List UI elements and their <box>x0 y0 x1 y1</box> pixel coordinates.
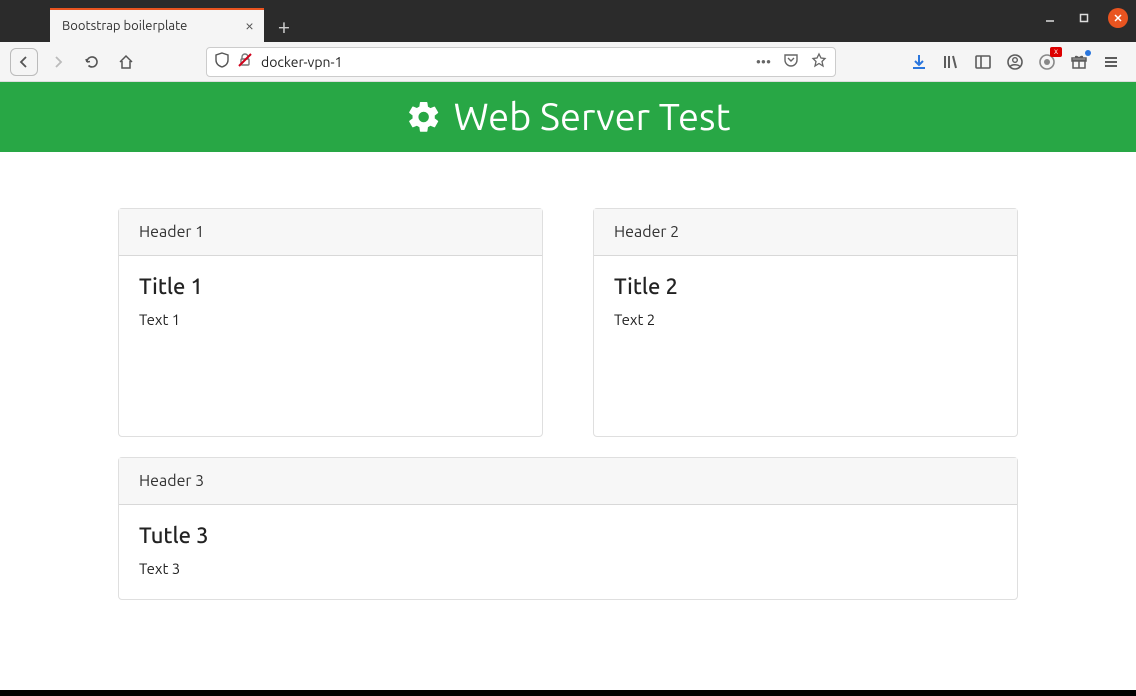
sidebar-icon[interactable] <box>974 53 992 71</box>
url-text: docker-vpn-1 <box>261 54 748 70</box>
bookmark-star-icon[interactable] <box>811 52 827 71</box>
toolbar-right <box>910 53 1126 71</box>
close-tab-icon[interactable]: × <box>245 17 254 35</box>
card-text: Text 1 <box>139 311 522 328</box>
downloads-icon[interactable] <box>910 53 928 71</box>
browser-toolbar: docker-vpn-1 ••• <box>0 42 1136 82</box>
gift-icon[interactable] <box>1070 53 1088 71</box>
card-header: Header 2 <box>594 209 1017 256</box>
card-text: Text 2 <box>614 311 997 328</box>
window-controls <box>1040 8 1128 28</box>
card-2: Header 2 Title 2 Text 2 <box>593 208 1018 437</box>
reload-button[interactable] <box>78 48 106 76</box>
minimize-button[interactable] <box>1040 8 1060 28</box>
insecure-icon[interactable] <box>237 52 253 72</box>
page-title: Web Server Test <box>454 96 731 138</box>
shield-icon[interactable] <box>215 52 229 71</box>
more-icon[interactable]: ••• <box>756 54 771 70</box>
card-header: Header 3 <box>119 458 1017 505</box>
page-header: Web Server Test <box>0 82 1136 152</box>
new-tab-button[interactable]: + <box>268 10 300 42</box>
extension-icon[interactable] <box>1038 53 1056 71</box>
home-button[interactable] <box>112 48 140 76</box>
window-close-button[interactable] <box>1108 8 1128 28</box>
card-header: Header 1 <box>119 209 542 256</box>
content-container: Header 1 Title 1 Text 1 Header 2 Title 2… <box>108 152 1028 650</box>
card-title: Tutle 3 <box>139 523 997 548</box>
card-body: Tutle 3 Text 3 <box>119 505 1017 599</box>
gear-icon <box>406 99 442 135</box>
hamburger-menu-icon[interactable] <box>1102 53 1120 71</box>
address-bar[interactable]: docker-vpn-1 ••• <box>206 47 836 77</box>
card-1: Header 1 Title 1 Text 1 <box>118 208 543 437</box>
urlbar-actions: ••• <box>756 52 827 71</box>
card-title: Title 1 <box>139 274 522 299</box>
maximize-button[interactable] <box>1074 8 1094 28</box>
card-3: Header 3 Tutle 3 Text 3 <box>118 457 1018 600</box>
card-row-1: Header 1 Title 1 Text 1 Header 2 Title 2… <box>118 208 1018 437</box>
card-row-2: Header 3 Tutle 3 Text 3 <box>118 457 1018 600</box>
forward-button[interactable] <box>44 48 72 76</box>
card-body: Title 1 Text 1 <box>119 256 542 436</box>
card-body: Title 2 Text 2 <box>594 256 1017 436</box>
account-icon[interactable] <box>1006 53 1024 71</box>
card-text: Text 3 <box>139 560 997 577</box>
card-title: Title 2 <box>614 274 997 299</box>
browser-tab[interactable]: Bootstrap boilerplate × <box>50 8 264 42</box>
back-button[interactable] <box>10 48 38 76</box>
pocket-icon[interactable] <box>783 52 799 71</box>
window-titlebar: Bootstrap boilerplate × + <box>0 0 1136 42</box>
tab-title: Bootstrap boilerplate <box>62 19 187 33</box>
page-viewport: Web Server Test Header 1 Title 1 Text 1 … <box>0 82 1136 690</box>
library-icon[interactable] <box>942 53 960 71</box>
